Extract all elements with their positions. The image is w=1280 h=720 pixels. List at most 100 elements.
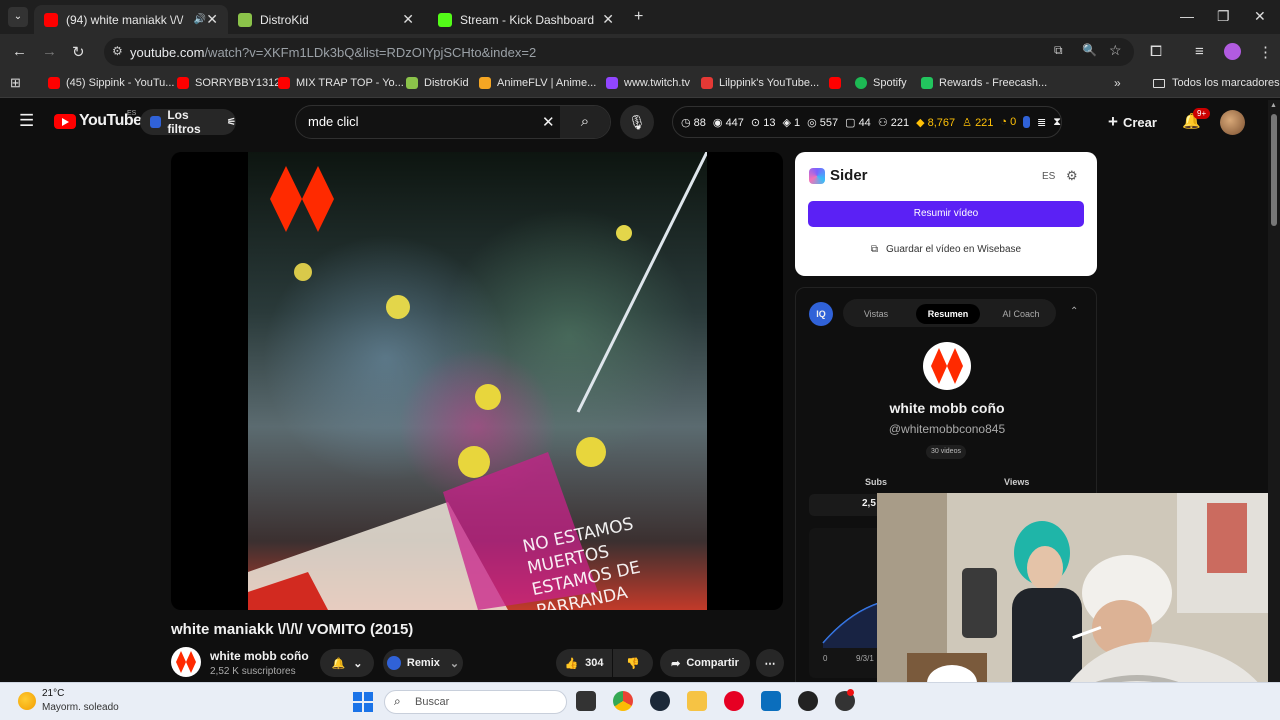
windows-taskbar: 21°C Mayorm. soleado ⌕ Buscar [0, 682, 1280, 720]
collapse-icon[interactable]: ⌃ [1070, 306, 1078, 317]
remix-button[interactable]: Remix ⌄ [383, 649, 463, 677]
scroll-thumb[interactable] [1271, 114, 1277, 226]
video-player[interactable]: NO ESTAMOS MUERTOS ESTAMOS DE PARRANDA [171, 152, 783, 610]
language-selector[interactable]: ES [1042, 171, 1055, 182]
minimize-icon[interactable]: — [1180, 8, 1194, 24]
task-view-icon[interactable] [576, 691, 596, 711]
save-to-wisebase-button[interactable]: ⧉ Guardar el vídeo en Wisebase [808, 236, 1084, 264]
region-code: ES [127, 110, 137, 117]
stat-subs: ♙ 221 [962, 116, 994, 129]
share-label: Compartir [686, 657, 739, 669]
tab-close-icon[interactable]: ✕ [402, 11, 414, 28]
subscribe-bell-button[interactable]: 🔔 ⌄ [320, 649, 374, 677]
bookmark-twitch[interactable]: www.twitch.tv [606, 77, 690, 89]
like-button[interactable]: 👍 304 [556, 649, 612, 677]
channel-name[interactable]: white mobb coño [210, 649, 309, 663]
tab-close-icon[interactable]: ✕ [602, 11, 614, 28]
taskbar-search-box[interactable]: ⌕ Buscar [384, 690, 567, 714]
dislike-button[interactable]: 👎 [613, 649, 653, 677]
channel-avatar[interactable] [171, 647, 201, 677]
bookmark-distrokid[interactable]: DistroKid [406, 77, 469, 89]
sider-logo-icon [809, 168, 825, 184]
tab-resumen[interactable]: Resumen [916, 304, 980, 324]
create-button[interactable]: + Crear [1108, 112, 1157, 132]
tab-distrokid[interactable]: DistroKid ✕ [228, 5, 424, 34]
audio-icon[interactable]: 🔊 [194, 14, 206, 25]
voice-search-button[interactable]: 🎙 [620, 105, 654, 139]
tab-close-icon[interactable]: ✕ [206, 11, 218, 28]
new-tab-icon[interactable]: + [634, 8, 643, 26]
profile-icon[interactable] [1224, 43, 1241, 60]
menu-icon[interactable]: ⋮ [1258, 43, 1273, 61]
channel-logo [923, 342, 971, 390]
youtube-icon [177, 77, 189, 89]
share-button[interactable]: ➦ Compartir [660, 649, 750, 677]
sider-title: Sider [830, 167, 868, 184]
bookmark-animeflv[interactable]: AnimeFLV | Anime... [479, 77, 596, 89]
search-input[interactable] [308, 114, 528, 129]
pinterest-icon[interactable] [724, 691, 744, 711]
tab-kick[interactable]: Stream - Kick Dashboard ✕ [428, 5, 624, 34]
tab-vistas[interactable]: Vistas [851, 304, 901, 324]
tab-title: Stream - Kick Dashboard [460, 12, 595, 27]
windows-start-icon[interactable] [353, 692, 373, 712]
bookmark-freecash[interactable]: Rewards - Freecash... [921, 77, 1047, 89]
back-icon[interactable]: ← [12, 43, 27, 60]
install-icon[interactable]: ⧉ [1054, 43, 1063, 58]
filters-button[interactable]: Los filtros ⚟ [140, 108, 236, 136]
weather-temperature[interactable]: 21°C [42, 688, 64, 699]
media-control-icon[interactable]: ≡ [1195, 43, 1204, 60]
all-bookmarks[interactable]: Todos los marcadores [1153, 77, 1280, 89]
site-info-icon[interactable]: ⚙ [112, 44, 123, 58]
url-text[interactable]: youtube.com/watch?v=XKFm1LDk3bQ&list=RDz… [130, 45, 536, 60]
bookmark-sippink[interactable]: (45) Sippink - YouTu... [48, 77, 174, 89]
apps-grid-icon[interactable]: ⊞ [10, 75, 21, 91]
file-explorer-icon[interactable] [687, 691, 707, 711]
hamburger-menu-icon[interactable]: ☰ [19, 111, 34, 131]
search-button[interactable]: ⌕ [560, 106, 610, 138]
tab-search-icon[interactable]: ⌄ [8, 7, 28, 27]
stat-clock: ◷ 88 [681, 116, 706, 129]
summarize-video-button[interactable]: Resumir vídeo [808, 201, 1084, 227]
bookmark-star-icon[interactable]: ☆ [1109, 42, 1122, 59]
scroll-up-icon[interactable]: ▲ [1270, 102, 1277, 109]
reload-icon[interactable]: ↻ [72, 43, 85, 61]
clear-search-icon[interactable]: ✕ [542, 113, 555, 131]
notification-dot [847, 689, 854, 696]
store-icon[interactable] [761, 691, 781, 711]
share-icon: ➦ [671, 657, 681, 670]
bookmark-mix-trap[interactable]: MIX TRAP TOP - Yo... [278, 77, 404, 89]
channel-stats-bar[interactable]: ◷ 88 ◉ 447 ⊙ 13 ◈ 1 ◎ 557 ▢ 44 ⚇ 221 ◆ 8… [672, 106, 1062, 138]
settings-gear-icon[interactable]: ⚙ [1066, 168, 1078, 184]
search-box[interactable]: ✕ ⌕ [295, 105, 611, 139]
bookmark-spotify[interactable]: Spotify [855, 77, 907, 89]
views-heading: Views [1004, 477, 1030, 487]
url-host: youtube.com [130, 45, 205, 60]
bookmark-label: AnimeFLV | Anime... [497, 77, 597, 89]
more-bookmarks-icon[interactable]: » [1114, 76, 1121, 90]
forward-icon[interactable]: → [42, 43, 57, 60]
address-bar[interactable]: ⚙ youtube.com/watch?v=XKFm1LDk3bQ&list=R… [104, 38, 1134, 66]
page-scrollbar[interactable]: ▲ [1268, 100, 1280, 682]
tab-youtube[interactable]: (94) white maniakk \/\/ VOMITO 🔊 ✕ [34, 5, 228, 34]
bookmark-lilppink[interactable]: Lilppink's YouTube... [701, 77, 819, 89]
user-avatar[interactable] [1220, 110, 1245, 135]
extensions-icon[interactable]: ⧠ [1150, 43, 1162, 60]
video-title: white maniakk \/\/\/ VOMITO (2015) [171, 621, 414, 638]
more-actions-button[interactable]: ⋯ [756, 649, 784, 677]
youtube-logo-icon[interactable] [54, 114, 76, 129]
bookmarks-bar: ⊞ (45) Sippink - YouTu... SORRYBBY1312 M… [0, 70, 1280, 98]
weather-description[interactable]: Mayorm. soleado [42, 702, 119, 713]
bookmark-sorrybby[interactable]: SORRYBBY1312 [177, 77, 280, 89]
stat-time: ◔ 0 [1000, 116, 1017, 128]
iq-icon [1023, 116, 1031, 128]
restore-icon[interactable]: ❐ [1217, 8, 1230, 25]
zoom-icon[interactable]: 🔍 [1082, 43, 1097, 57]
tab-ai-coach[interactable]: AI Coach [993, 304, 1049, 324]
close-window-icon[interactable]: ✕ [1254, 8, 1266, 25]
bookmark-youtube[interactable] [829, 77, 847, 89]
steam-icon[interactable] [650, 691, 670, 711]
chatgpt-icon[interactable] [798, 691, 818, 711]
chrome-icon[interactable] [613, 691, 633, 711]
weather-sun-icon[interactable] [18, 692, 36, 710]
